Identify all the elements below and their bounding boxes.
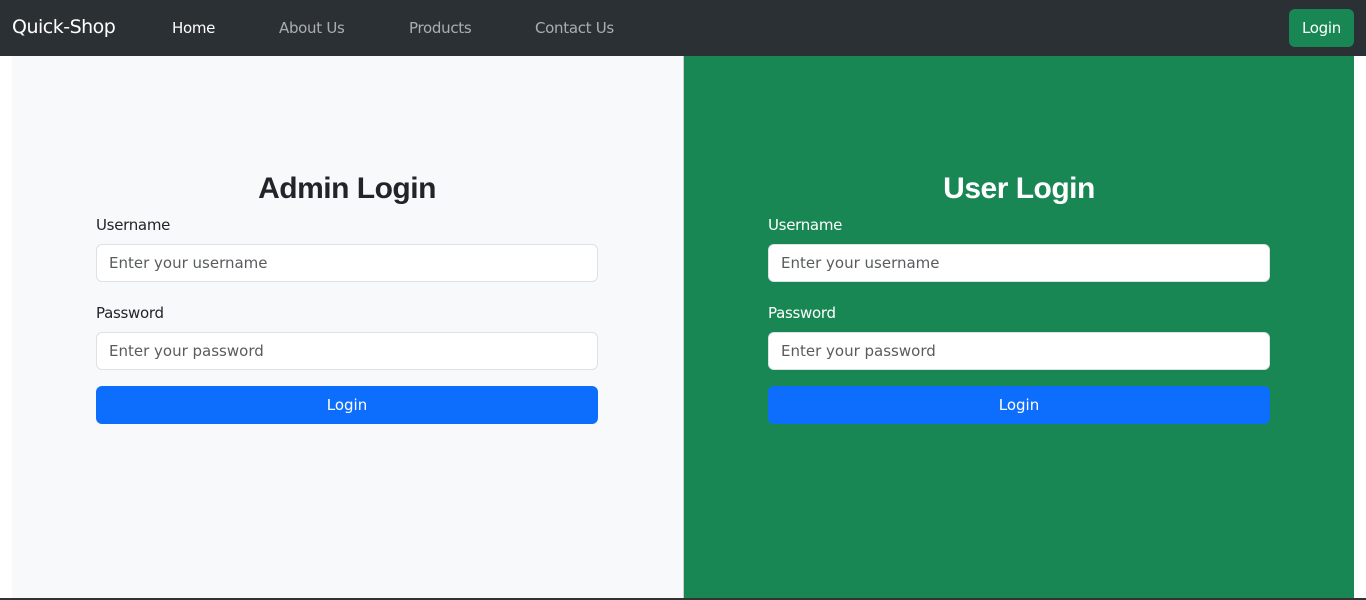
user-username-input[interactable] xyxy=(768,244,1270,282)
navbar: Quick-Shop Home About Us Products Contac… xyxy=(0,0,1366,56)
user-password-label: Password xyxy=(768,304,836,322)
user-password-input[interactable] xyxy=(768,332,1270,370)
nav-home[interactable]: Home xyxy=(172,19,215,37)
admin-login-title: Admin Login xyxy=(258,172,436,205)
user-login-form: User Login Username Password Login xyxy=(768,172,1270,424)
user-login-panel: User Login Username Password Login xyxy=(683,56,1354,599)
brand-logo[interactable]: Quick-Shop xyxy=(12,16,116,38)
admin-username-input[interactable] xyxy=(96,244,598,282)
admin-password-input[interactable] xyxy=(96,332,598,370)
nav-products[interactable]: Products xyxy=(409,19,472,37)
nav-about-us[interactable]: About Us xyxy=(279,19,345,37)
admin-password-label: Password xyxy=(96,304,164,322)
user-username-label: Username xyxy=(768,216,843,234)
admin-login-button[interactable]: Login xyxy=(96,386,598,424)
admin-username-label: Username xyxy=(96,216,171,234)
user-login-title: User Login xyxy=(943,172,1095,205)
user-login-button[interactable]: Login xyxy=(768,386,1270,424)
nav-login-button[interactable]: Login xyxy=(1289,9,1354,47)
admin-login-panel: Admin Login Username Password Login xyxy=(12,56,683,599)
nav-contact-us[interactable]: Contact Us xyxy=(535,19,614,37)
admin-login-form: Admin Login Username Password Login xyxy=(96,172,598,424)
